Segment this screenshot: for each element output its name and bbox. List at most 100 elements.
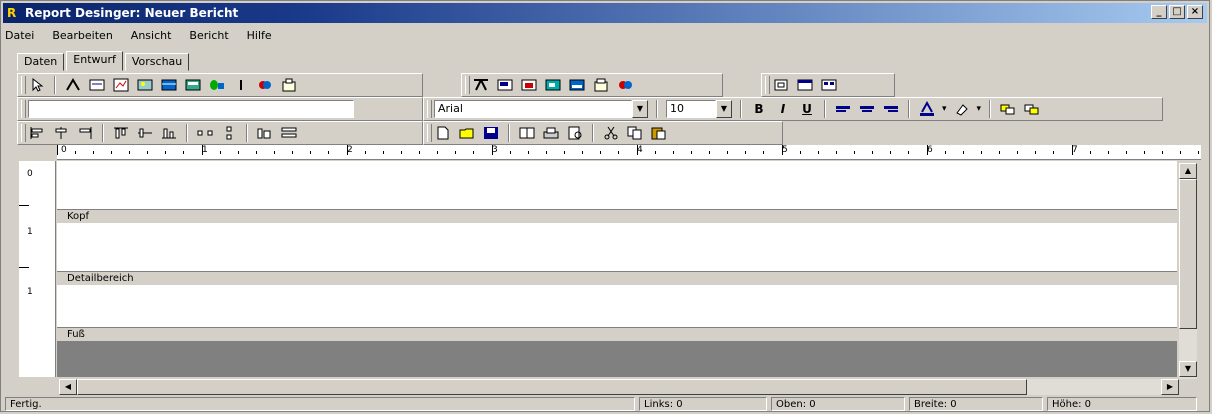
same-size-icon[interactable] <box>256 125 274 141</box>
tab-entwurf[interactable]: Entwurf <box>66 51 123 71</box>
italic-button[interactable]: I <box>774 102 792 116</box>
menu-bearbeiten[interactable]: Bearbeiten <box>52 27 112 45</box>
align-center-icon[interactable] <box>858 101 876 117</box>
snap-icon[interactable] <box>796 77 814 93</box>
font-size-dropdown-icon[interactable]: ▼ <box>716 100 732 118</box>
maximize-button[interactable]: □ <box>1169 5 1185 19</box>
toolbar-grip[interactable] <box>21 76 26 94</box>
footer-band-area[interactable] <box>57 285 1177 327</box>
toolbar-grip[interactable] <box>765 76 770 94</box>
ruler-number: 0 <box>27 169 33 179</box>
font-name-dropdown-icon[interactable]: ▼ <box>632 100 648 118</box>
align-bottoms-icon[interactable] <box>160 125 178 141</box>
menu-hilfe[interactable]: Hilfe <box>247 27 272 45</box>
space-vertical-icon[interactable] <box>220 125 238 141</box>
group-icon[interactable] <box>544 77 562 93</box>
horizontal-scroll-thumb[interactable] <box>77 379 1027 395</box>
fill-color-dropdown-icon[interactable]: ▾ <box>977 104 982 114</box>
ungroup-icon[interactable] <box>568 77 586 93</box>
scroll-right-icon[interactable]: ▶ <box>1161 379 1179 395</box>
page-layout-icon[interactable] <box>518 125 536 141</box>
header-band-label[interactable]: Kopf <box>57 209 1177 224</box>
page-setup-icon[interactable] <box>820 77 838 93</box>
textbox-tool-icon[interactable] <box>88 77 106 93</box>
toolbar-grip[interactable] <box>465 76 470 94</box>
bold-button[interactable]: B <box>750 102 768 116</box>
tab-vorschau[interactable]: Vorschau <box>124 53 190 71</box>
image-tool-icon[interactable] <box>136 77 154 93</box>
footer-band-label[interactable]: Fuß <box>57 327 1177 342</box>
print-preview-icon[interactable] <box>566 125 584 141</box>
copy-icon[interactable] <box>626 125 644 141</box>
font-name-combo[interactable]: Arial ▼ <box>434 100 648 118</box>
close-button[interactable]: × <box>1187 5 1203 19</box>
fill-color-icon[interactable] <box>953 101 971 117</box>
toolbar-grip[interactable] <box>427 124 432 142</box>
space-horizontal-icon[interactable] <box>196 125 214 141</box>
shadow-icon[interactable] <box>1023 101 1041 117</box>
menu-datei[interactable]: Datei <box>5 27 34 45</box>
save-icon[interactable] <box>482 125 500 141</box>
detail-band-label[interactable]: Detailbereich <box>57 271 1177 286</box>
ruler-tick <box>202 145 203 155</box>
header-band-area[interactable] <box>57 161 1177 209</box>
horizontal-scrollbar[interactable]: ◀ ▶ <box>59 379 1179 395</box>
new-file-icon[interactable] <box>434 125 452 141</box>
shape-tool-icon[interactable] <box>256 77 274 93</box>
bring-front-icon[interactable] <box>496 77 514 93</box>
toolbar-grip[interactable] <box>21 124 26 142</box>
ruler-minor-tick <box>691 151 692 154</box>
font-color-icon[interactable] <box>918 100 936 117</box>
font-color-dropdown-icon[interactable]: ▾ <box>942 104 947 114</box>
font-size-combo[interactable]: 10 ▼ <box>666 100 732 118</box>
align-rights-icon[interactable] <box>76 125 94 141</box>
align-lefts-icon[interactable] <box>28 125 46 141</box>
font-name-field[interactable]: Arial <box>434 100 632 118</box>
database-image-tool-icon[interactable] <box>208 77 226 93</box>
paste-icon[interactable] <box>650 125 668 141</box>
ruler-minor-tick <box>328 151 329 154</box>
align-right-icon[interactable] <box>882 101 900 117</box>
table-tool-icon[interactable] <box>160 77 178 93</box>
subreport-tool-icon[interactable] <box>280 77 298 93</box>
minimize-button[interactable]: _ <box>1151 5 1167 19</box>
tab-daten[interactable]: Daten <box>17 53 65 71</box>
toolbar-grip[interactable] <box>21 100 26 118</box>
cut-icon[interactable] <box>602 125 620 141</box>
print-icon[interactable] <box>542 125 560 141</box>
scroll-left-icon[interactable]: ◀ <box>59 379 77 395</box>
vertical-scroll-thumb[interactable] <box>1179 179 1197 329</box>
same-width-icon[interactable] <box>280 125 298 141</box>
line-tool-icon[interactable] <box>232 77 250 93</box>
label-tool-icon[interactable] <box>64 77 82 93</box>
ruler-minor-tick <box>473 151 474 154</box>
underline-button[interactable]: U <box>798 102 816 116</box>
ruler-minor-tick <box>763 151 764 154</box>
properties-icon[interactable] <box>592 77 610 93</box>
grid-icon[interactable] <box>772 77 790 93</box>
chart-tool-icon[interactable] <box>112 77 130 93</box>
font-size-field[interactable]: 10 <box>666 100 716 118</box>
object-name-field[interactable] <box>28 100 354 118</box>
pointer-tool-icon[interactable] <box>28 77 46 93</box>
app-window: R Report Desinger: Neuer Bericht _ □ × D… <box>0 0 1210 412</box>
scroll-down-icon[interactable]: ▼ <box>1179 361 1197 377</box>
vertical-scrollbar[interactable]: ▲ ▼ <box>1179 163 1197 379</box>
send-back-icon[interactable] <box>520 77 538 93</box>
picture-tool-icon[interactable] <box>184 77 202 93</box>
align-tops-icon[interactable] <box>112 125 130 141</box>
align-tool-icon[interactable] <box>472 77 490 93</box>
border-icon[interactable] <box>999 101 1017 117</box>
toolbar-grip[interactable] <box>427 100 432 118</box>
detail-band-area[interactable] <box>57 223 1177 271</box>
menu-bericht[interactable]: Bericht <box>189 27 228 45</box>
align-left-icon[interactable] <box>834 101 852 117</box>
ruler-minor-tick <box>673 151 674 154</box>
menu-ansicht[interactable]: Ansicht <box>131 27 172 45</box>
align-middles-icon[interactable] <box>136 125 154 141</box>
open-folder-icon[interactable] <box>458 125 476 141</box>
align-centers-icon[interactable] <box>52 125 70 141</box>
scroll-up-icon[interactable]: ▲ <box>1179 163 1197 179</box>
wizard-icon[interactable] <box>616 77 634 93</box>
title-bar[interactable]: R Report Desinger: Neuer Bericht _ □ × <box>3 3 1207 23</box>
